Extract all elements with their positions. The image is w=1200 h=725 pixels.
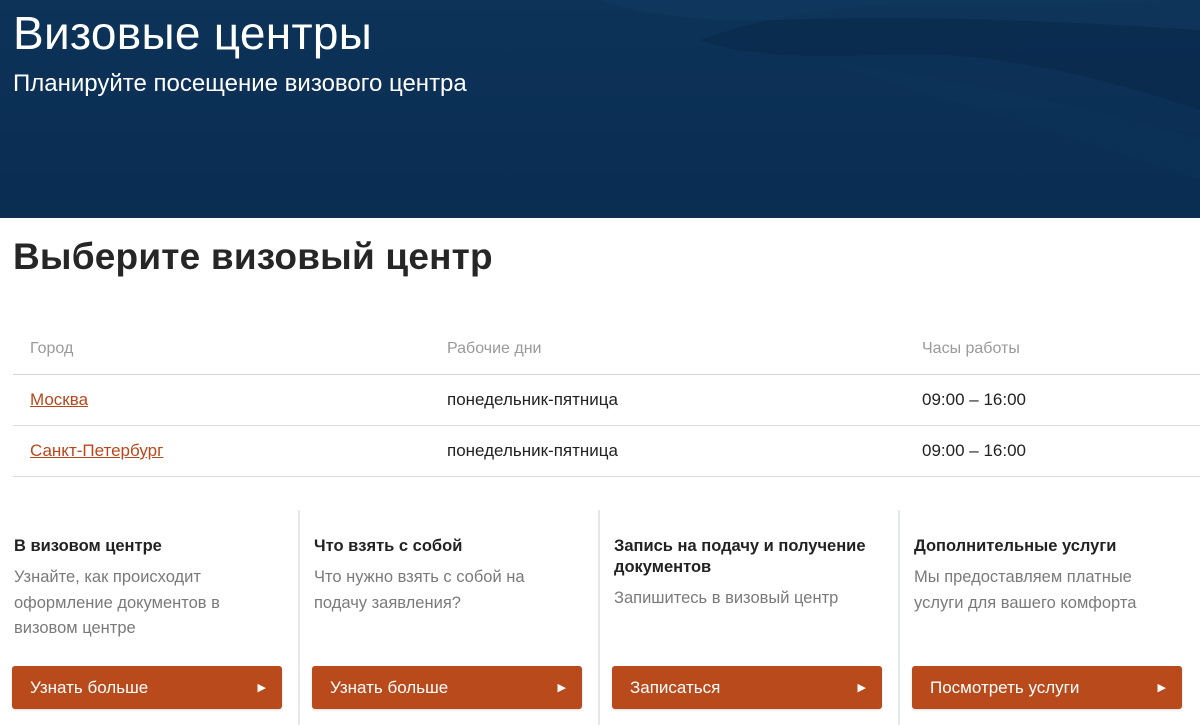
play-arrow-icon: ▶: [557, 682, 566, 694]
page-subtitle: Планируйте посещение визового центра: [13, 70, 467, 97]
table-header: Город Рабочие дни Часы работы: [13, 324, 1200, 375]
row-hours: 09:00 – 16:00: [922, 441, 1026, 460]
play-arrow-icon: ▶: [1157, 682, 1166, 694]
learn-more-button[interactable]: Узнать больше ▶: [312, 666, 582, 709]
button-label: Посмотреть услуги: [930, 677, 1080, 697]
card-additional-services: Дополнительные услуги Мы предоставляем п…: [900, 510, 1200, 725]
row-days: понедельник-пятница: [447, 390, 618, 409]
card-title: Что взять с собой: [314, 537, 463, 555]
card-in-visa-center: В визовом центре Узнайте, как происходит…: [0, 510, 300, 725]
card-what-to-bring: Что взять с собой Что нужно взять с собо…: [300, 510, 600, 725]
info-cards: В визовом центре Узнайте, как происходит…: [0, 510, 1200, 725]
page-title: Визовые центры: [13, 7, 373, 59]
card-text: Запишитесь в визовый центр: [614, 589, 839, 607]
card-text: Мы предоставляем платные услуги для ваше…: [914, 568, 1137, 612]
card-title: Запись на подачу и получение документов: [614, 537, 866, 576]
card-appointment: Запись на подачу и получение документов …: [600, 510, 900, 725]
hero-banner: Визовые центры Планируйте посещение визо…: [0, 0, 1200, 218]
card-text: Что нужно взять с собой на подачу заявле…: [314, 568, 525, 612]
table-row: Москва понедельник-пятница 09:00 – 16:00: [13, 375, 1200, 426]
learn-more-button[interactable]: Узнать больше ▶: [12, 666, 282, 709]
button-label: Узнать больше: [330, 677, 449, 697]
header-hours: Часы работы: [922, 340, 1020, 357]
button-label: Записаться: [630, 677, 721, 697]
card-title: В визовом центре: [14, 537, 162, 555]
row-hours: 09:00 – 16:00: [922, 390, 1026, 409]
table-row: Санкт-Петербург понедельник-пятница 09:0…: [13, 426, 1200, 477]
book-appointment-button[interactable]: Записаться ▶: [612, 666, 882, 709]
view-services-button[interactable]: Посмотреть услуги ▶: [912, 666, 1182, 709]
play-arrow-icon: ▶: [257, 682, 266, 694]
play-arrow-icon: ▶: [857, 682, 866, 694]
card-text: Узнайте, как происходит оформление докум…: [14, 568, 220, 637]
visa-centers-table: Город Рабочие дни Часы работы Москва пон…: [13, 324, 1200, 477]
header-days: Рабочие дни: [447, 340, 542, 357]
row-days: понедельник-пятница: [447, 441, 618, 460]
header-city: Город: [30, 340, 74, 357]
city-link-saint-petersburg[interactable]: Санкт-Петербург: [30, 441, 163, 461]
section-title: Выберите визовый центр: [13, 236, 493, 277]
city-link-moscow[interactable]: Москва: [30, 390, 88, 410]
button-label: Узнать больше: [30, 677, 149, 697]
card-title: Дополнительные услуги: [914, 537, 1117, 555]
